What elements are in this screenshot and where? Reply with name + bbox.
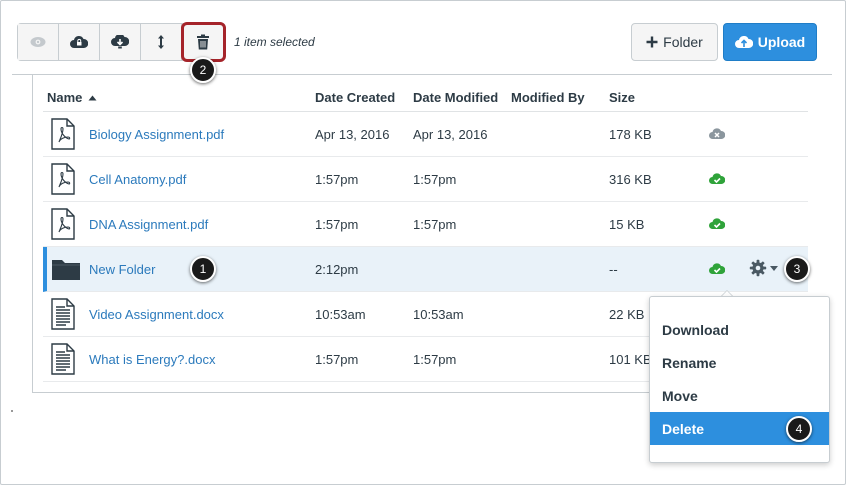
date-created-cell: 10:53am (315, 307, 366, 322)
toolbar-divider (12, 74, 832, 75)
plus-icon (646, 36, 658, 48)
delete-button[interactable] (182, 24, 223, 60)
file-row[interactable]: Biology Assignment.pdf Apr 13, 2016 Apr … (43, 112, 808, 157)
size-cell: 22 KB (609, 307, 645, 322)
pdf-file-icon (51, 208, 75, 245)
folder-name-link[interactable]: New Folder (89, 262, 155, 277)
size-cell: 101 KB (609, 352, 652, 367)
unpublished-cloud-icon[interactable] (709, 127, 726, 145)
file-name-link[interactable]: Biology Assignment.pdf (89, 127, 224, 142)
size-cell: 178 KB (609, 127, 652, 142)
column-header-name[interactable]: Name (47, 90, 97, 105)
selection-count: 1 item selected (234, 35, 315, 49)
published-cloud-icon[interactable] (709, 172, 726, 190)
move-arrows-icon (158, 35, 164, 49)
callout-2: 2 (190, 57, 216, 83)
trash-icon (196, 34, 209, 50)
column-header-name-label: Name (47, 90, 83, 105)
file-row[interactable]: DNA Assignment.pdf 1:57pm 1:57pm 15 KB (43, 202, 808, 247)
upload-label: Upload (757, 34, 806, 50)
cloud-upload-icon (734, 35, 753, 48)
date-created-cell: 1:57pm (315, 352, 359, 367)
tree-divider (32, 75, 33, 393)
date-created-cell: 1:57pm (315, 172, 359, 187)
date-modified-cell: 1:57pm (413, 172, 457, 187)
callout-3: 3 (784, 256, 810, 282)
file-toolbar (17, 23, 224, 61)
callout-4: 4 (786, 416, 812, 442)
settings-menu-button[interactable] (749, 259, 778, 277)
add-folder-label: Folder (663, 34, 703, 50)
document-file-icon (51, 298, 75, 335)
date-modified-cell: 10:53am (413, 307, 464, 322)
sort-ascending-icon (88, 95, 97, 101)
column-header-date-modified[interactable]: Date Modified (413, 90, 498, 105)
file-row[interactable]: Cell Anatomy.pdf 1:57pm 1:57pm 316 KB (43, 157, 808, 202)
folder-row-selected[interactable]: New Folder 2:12pm -- (43, 247, 808, 292)
resize-dot (11, 410, 13, 412)
size-cell: -- (609, 262, 618, 277)
published-cloud-icon[interactable] (709, 262, 726, 280)
size-cell: 15 KB (609, 217, 645, 232)
eye-icon (30, 37, 46, 47)
date-created-cell: 1:57pm (315, 217, 359, 232)
file-name-link[interactable]: Video Assignment.docx (89, 307, 224, 322)
file-name-link[interactable]: Cell Anatomy.pdf (89, 172, 186, 187)
date-modified-cell: 1:57pm (413, 352, 457, 367)
add-folder-button[interactable]: Folder (631, 23, 718, 61)
menu-item-download[interactable]: Download (650, 313, 829, 346)
column-header-size[interactable]: Size (609, 90, 635, 105)
file-name-link[interactable]: What is Energy?.docx (89, 352, 215, 367)
date-created-cell: Apr 13, 2016 (315, 127, 390, 142)
gear-icon (749, 259, 767, 277)
document-file-icon (51, 343, 75, 380)
preview-button[interactable] (18, 24, 59, 60)
lock-cloud-icon (70, 35, 88, 48)
restrict-access-button[interactable] (59, 24, 100, 60)
column-header-modified-by[interactable]: Modified By (511, 90, 585, 105)
download-button[interactable] (100, 24, 141, 60)
size-cell: 316 KB (609, 172, 652, 187)
date-modified-cell: 1:57pm (413, 217, 457, 232)
date-modified-cell: Apr 13, 2016 (413, 127, 488, 142)
folder-icon (51, 253, 81, 288)
menu-item-rename[interactable]: Rename (650, 346, 829, 379)
move-button[interactable] (141, 24, 182, 60)
column-header-date-created[interactable]: Date Created (315, 90, 395, 105)
date-created-cell: 2:12pm (315, 262, 359, 277)
cloud-download-icon (111, 35, 129, 49)
upload-button[interactable]: Upload (723, 23, 817, 61)
pdf-file-icon (51, 118, 75, 155)
file-name-link[interactable]: DNA Assignment.pdf (89, 217, 208, 232)
pdf-file-icon (51, 163, 75, 200)
published-cloud-icon[interactable] (709, 217, 726, 235)
caret-down-icon (770, 265, 778, 271)
menu-item-move[interactable]: Move (650, 379, 829, 412)
callout-1: 1 (190, 256, 216, 282)
